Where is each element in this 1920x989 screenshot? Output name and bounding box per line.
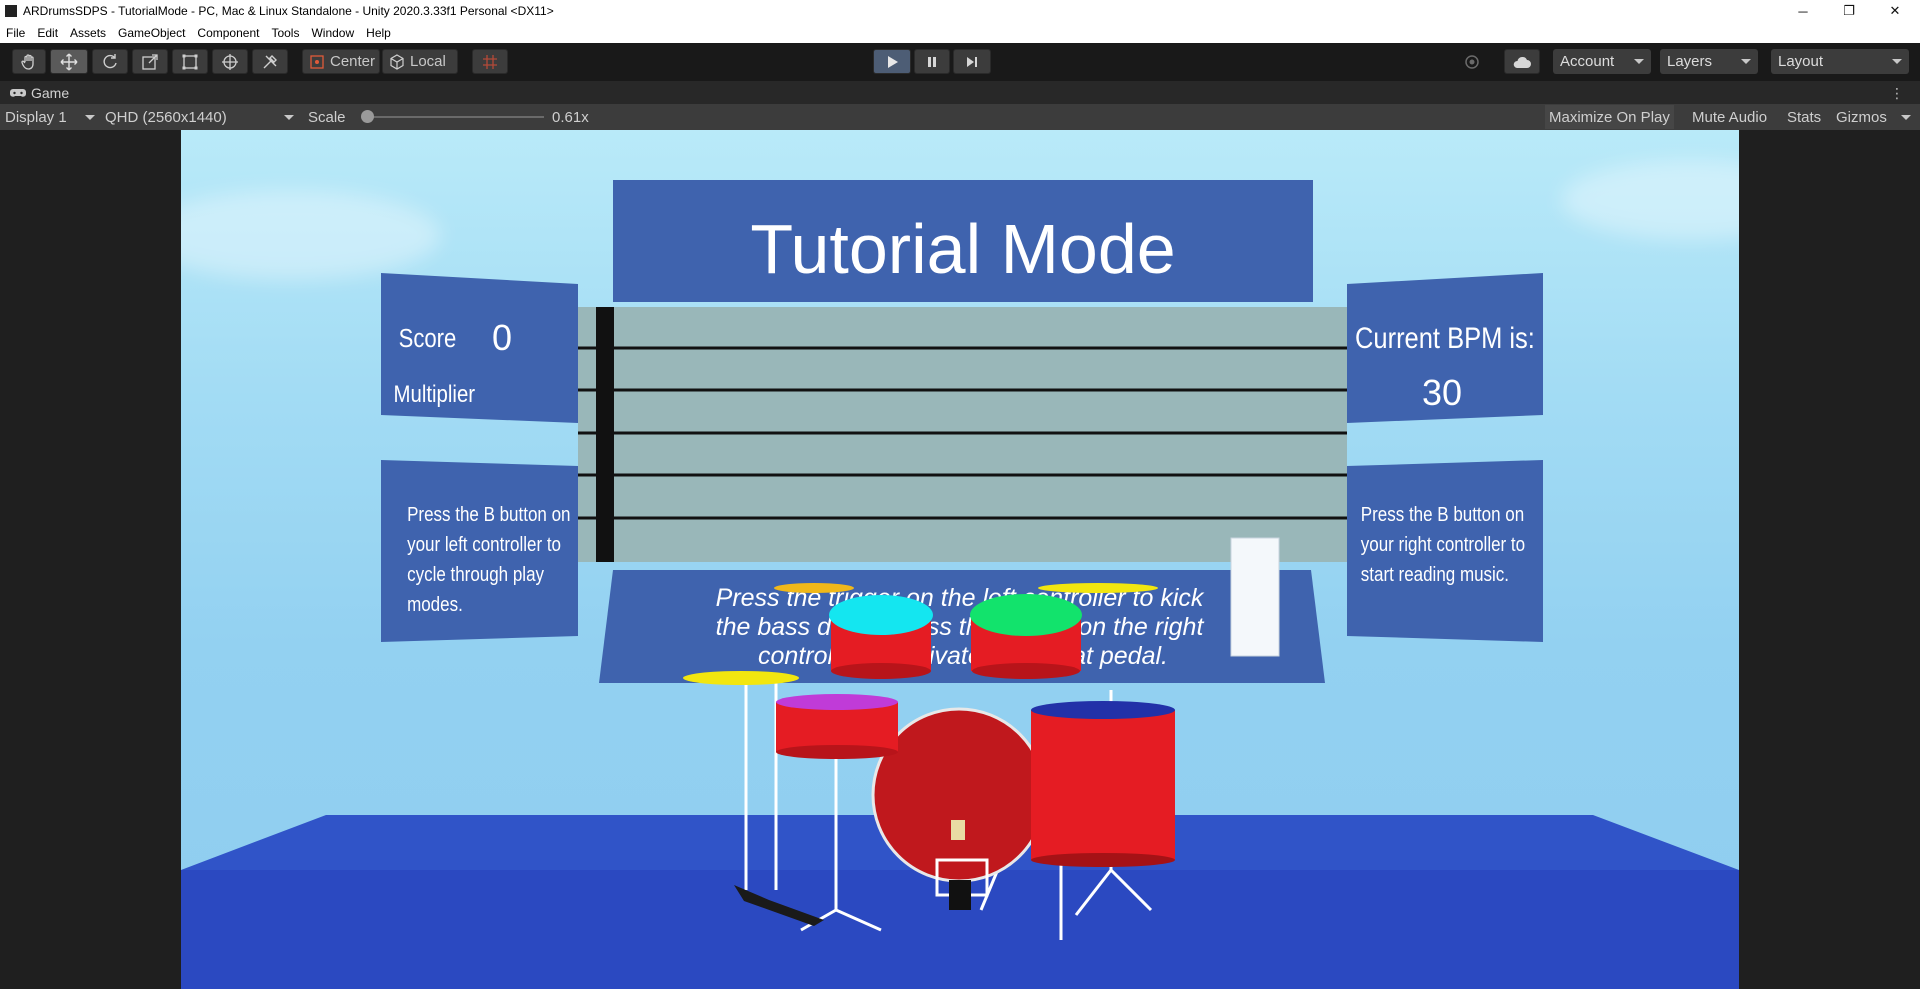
gamepad-icon bbox=[10, 88, 26, 97]
restore-button[interactable]: ❐ bbox=[1826, 0, 1872, 22]
scale-tool-icon[interactable] bbox=[132, 49, 168, 74]
chevron-down-icon bbox=[1741, 59, 1751, 64]
scale-slider-track[interactable] bbox=[362, 116, 544, 118]
score-label: Score bbox=[399, 324, 457, 353]
score-value: 0 bbox=[492, 317, 512, 358]
tom-cyan-head bbox=[829, 595, 933, 635]
chevron-down-icon bbox=[1892, 59, 1902, 64]
step-button[interactable] bbox=[953, 49, 991, 74]
account-dropdown[interactable]: Account bbox=[1553, 49, 1651, 74]
grid-snap-icon[interactable] bbox=[472, 49, 508, 74]
multiplier-label: Multiplier bbox=[394, 380, 476, 407]
stats-toggle[interactable]: Stats bbox=[1783, 105, 1826, 129]
game-scene[interactable]: Tutorial Mode Score 0 Multiplier Press t… bbox=[181, 130, 1739, 989]
tom-left-head bbox=[776, 694, 898, 710]
headset-box bbox=[1230, 537, 1280, 657]
local-space-icon bbox=[390, 53, 404, 70]
kick-beater bbox=[951, 820, 965, 840]
chevron-down-icon bbox=[284, 115, 294, 120]
menu-help[interactable]: Help bbox=[360, 26, 397, 40]
cloud-icon[interactable] bbox=[1504, 49, 1540, 74]
play-button[interactable] bbox=[873, 49, 911, 74]
pivot-space-label: Local bbox=[410, 53, 446, 70]
pivot-space-button[interactable]: Local bbox=[382, 49, 458, 74]
menu-bar: File Edit Assets GameObject Component To… bbox=[0, 22, 1920, 43]
unity-logo-icon bbox=[5, 5, 17, 17]
scene-graphics: Tutorial Mode Score 0 Multiplier Press t… bbox=[181, 180, 1739, 989]
layers-dropdown[interactable]: Layers bbox=[1660, 49, 1758, 74]
bpm-value: 30 bbox=[1422, 372, 1462, 413]
floor-tom-body bbox=[1031, 710, 1175, 860]
chevron-down-icon bbox=[1634, 59, 1644, 64]
menu-file[interactable]: File bbox=[0, 26, 31, 40]
game-viewport[interactable]: Tutorial Mode Score 0 Multiplier Press t… bbox=[0, 130, 1920, 989]
menu-window[interactable]: Window bbox=[305, 26, 360, 40]
ride-cymbal bbox=[1038, 583, 1158, 593]
instruction-text: Press the trigger on the left controller… bbox=[716, 584, 1211, 670]
scale-slider-handle[interactable] bbox=[360, 110, 374, 123]
resolution-dropdown[interactable]: QHD (2560x1440) bbox=[105, 104, 297, 130]
menu-assets[interactable]: Assets bbox=[64, 26, 112, 40]
title-bar: ARDrumsSDPS - TutorialMode - PC, Mac & L… bbox=[0, 0, 1920, 22]
game-tab-bar: Game ⋮ bbox=[0, 81, 1920, 104]
menu-tools[interactable]: Tools bbox=[265, 26, 305, 40]
resolution-label: QHD (2560x1440) bbox=[105, 108, 227, 126]
page-title: Tutorial Mode bbox=[750, 210, 1175, 288]
gizmos-chevron-down-icon[interactable] bbox=[1901, 115, 1911, 120]
crash-cymbal bbox=[774, 583, 854, 593]
menu-component[interactable]: Component bbox=[191, 26, 265, 40]
bass-drum bbox=[871, 707, 1047, 883]
tab-game[interactable]: Game bbox=[0, 85, 69, 101]
chevron-down-icon bbox=[85, 115, 95, 120]
tab-game-label: Game bbox=[31, 84, 70, 101]
rotate-tool-icon[interactable] bbox=[92, 49, 128, 74]
floor-tom-head bbox=[1031, 701, 1175, 719]
tom-green-head bbox=[970, 594, 1082, 636]
mute-audio-toggle[interactable]: Mute Audio bbox=[1688, 105, 1772, 129]
right-help-text: Press the B button on your right control… bbox=[1361, 503, 1530, 586]
play-icon bbox=[888, 55, 898, 68]
hand-tool-icon[interactable] bbox=[12, 49, 46, 74]
pivot-mode-button[interactable]: Center bbox=[302, 49, 380, 74]
hihat-cymbal bbox=[683, 671, 799, 685]
layers-label: Layers bbox=[1667, 53, 1713, 70]
bpm-label: Current BPM is: bbox=[1355, 321, 1535, 354]
game-view-toolbar: Display 1 QHD (2560x1440) Scale 0.61x Ma… bbox=[0, 104, 1920, 130]
pause-icon bbox=[928, 56, 936, 67]
more-options-icon[interactable]: ⋮ bbox=[1890, 85, 1904, 102]
step-icon bbox=[967, 56, 977, 67]
layout-label: Layout bbox=[1778, 53, 1824, 70]
rect-tool-icon[interactable] bbox=[172, 49, 208, 74]
main-toolbar: Center Local Account Layers Layout bbox=[0, 43, 1920, 81]
maximize-on-play-toggle[interactable]: Maximize On Play bbox=[1545, 105, 1674, 129]
collab-icon[interactable] bbox=[1456, 49, 1488, 74]
menu-edit[interactable]: Edit bbox=[31, 26, 64, 40]
kick-pedal bbox=[949, 880, 971, 910]
display-dropdown[interactable]: Display 1 bbox=[5, 104, 97, 130]
gizmos-toggle[interactable]: Gizmos bbox=[1832, 105, 1891, 129]
minimize-button[interactable]: ─ bbox=[1780, 0, 1826, 22]
layout-dropdown[interactable]: Layout bbox=[1771, 49, 1909, 74]
pivot-center-icon bbox=[310, 54, 324, 69]
window-title: ARDrumsSDPS - TutorialMode - PC, Mac & L… bbox=[23, 4, 554, 18]
scale-value: 0.61x bbox=[552, 108, 589, 126]
account-label: Account bbox=[1560, 53, 1615, 70]
close-button[interactable]: ✕ bbox=[1872, 0, 1918, 22]
custom-tools-icon[interactable] bbox=[252, 49, 288, 74]
menu-gameobject[interactable]: GameObject bbox=[112, 26, 191, 40]
display-label: Display 1 bbox=[5, 108, 67, 126]
pause-button[interactable] bbox=[914, 49, 950, 74]
scale-label: Scale bbox=[308, 108, 346, 126]
transform-tool-icon[interactable] bbox=[212, 49, 248, 74]
pivot-mode-label: Center bbox=[330, 53, 376, 70]
move-tool-icon[interactable] bbox=[50, 49, 88, 74]
playhead-bar bbox=[596, 307, 614, 562]
